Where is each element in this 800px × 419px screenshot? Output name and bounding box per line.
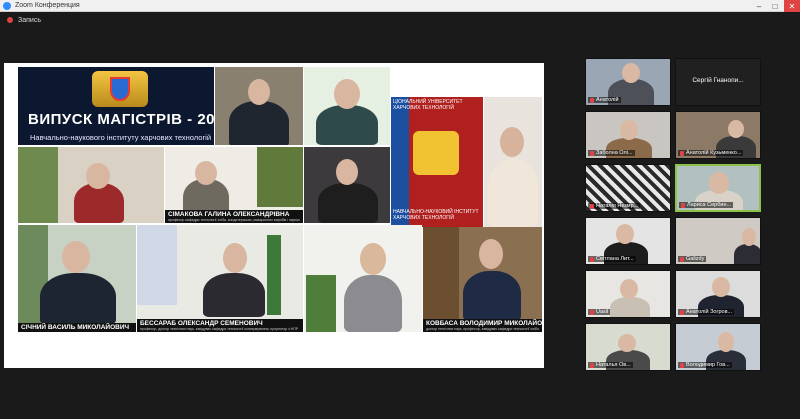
participant-label-3: Заболна Олі... xyxy=(588,150,635,156)
participant-tile-3[interactable]: Заболна Олі... xyxy=(585,111,671,159)
video-tile-4 xyxy=(18,147,164,223)
flag-text-bottom: НАВЧАЛЬНО-НАУКОВИЙ ІНСТИТУТ ХАРЧОВИХ ТЕХ… xyxy=(393,209,479,221)
name-bessarab: БЕССАРАБ ОЛЕКСАНДР СЕМЕНОВИЧ xyxy=(140,320,263,327)
university-flag: ЦІОНАЛЬНИЙ УНІВЕРСИТЕТ ХАРЧОВИХ ТЕХНОЛОГ… xyxy=(391,97,483,227)
muted-mic-icon xyxy=(590,150,594,156)
video-tile-6 xyxy=(304,225,422,332)
video-tile-3 xyxy=(484,97,542,227)
participant-label-8: Galizdy xyxy=(678,256,707,262)
participant-tile-1[interactable]: Анатолій xyxy=(585,58,671,106)
muted-mic-icon xyxy=(680,309,684,315)
participant-tile-4[interactable]: Анатолій Кузьменко... xyxy=(675,111,761,159)
window-title: Zoom Конференция xyxy=(15,2,80,9)
muted-mic-icon xyxy=(590,97,594,103)
participant-tile-2[interactable]: Сергій Гнанопи... xyxy=(675,58,761,106)
video-tile-kovbasa: КОВБАСА ВОЛОДИМИР МИКОЛАЙОВИЧ доктор тех… xyxy=(423,227,542,332)
desc-kovbasa: доктор технічних наук, професор, завідув… xyxy=(426,327,539,331)
muted-mic-icon xyxy=(590,362,594,368)
video-tile-simakova: СІМАКОВА ГАЛИНА ОЛЕКСАНДРІВНА професор к… xyxy=(165,147,303,223)
participant-label-10: Анатолій Зогров... xyxy=(678,309,735,315)
participant-label-6: Лариса Сербин... xyxy=(679,202,734,208)
participant-label-4: Анатолій Кузьменко... xyxy=(678,150,744,156)
nameplate-simakova: СІМАКОВА ГАЛИНА ОЛЕКСАНДРІВНА професор к… xyxy=(165,210,303,223)
video-tile-bessarab: БЕССАРАБ ОЛЕКСАНДР СЕМЕНОВИЧ професор, д… xyxy=(137,225,303,332)
participant-label-5: Наталія Незмр... xyxy=(588,203,641,209)
muted-mic-icon xyxy=(680,362,684,368)
muted-mic-icon xyxy=(680,256,684,262)
muted-mic-icon xyxy=(590,309,594,315)
banner-subtitle: Навчально-наукового інституту харчових т… xyxy=(30,133,212,142)
video-tile-5 xyxy=(304,147,390,223)
video-tile-2 xyxy=(304,67,390,145)
participant-label-1: Анатолій xyxy=(588,97,621,103)
flag-text: ЦІОНАЛЬНИЙ УНІВЕРСИТЕТ ХАРЧОВИХ ТЕХНОЛОГ… xyxy=(393,99,463,111)
video-tile-sichnyi: СІЧНИЙ ВАСИЛЬ МИКОЛАЙОВИЧ xyxy=(18,225,136,332)
minimize-button[interactable]: – xyxy=(752,0,766,12)
zoom-app-icon xyxy=(3,1,11,10)
nameplate-kovbasa: КОВБАСА ВОЛОДИМИР МИКОЛАЙОВИЧ доктор тех… xyxy=(423,319,542,332)
participant-label-12: Володимир Гов... xyxy=(678,362,732,368)
name-simakova: СІМАКОВА ГАЛИНА ОЛЕКСАНДРІВНА xyxy=(168,211,290,218)
close-button[interactable]: ✕ xyxy=(784,0,800,12)
name-kovbasa: КОВБАСА ВОЛОДИМИР МИКОЛАЙОВИЧ xyxy=(426,320,542,327)
muted-mic-icon xyxy=(681,202,685,208)
university-emblem-icon xyxy=(92,71,148,107)
participant-tile-6[interactable]: Лариса Сербин... xyxy=(675,164,761,212)
nameplate-sichnyi: СІЧНИЙ ВАСИЛЬ МИКОЛАЙОВИЧ xyxy=(18,323,136,332)
name-sichnyi: СІЧНИЙ ВАСИЛЬ МИКОЛАЙОВИЧ xyxy=(21,324,130,331)
participant-tile-10[interactable]: Анатолій Зогров... xyxy=(675,270,761,318)
participant-name-2: Сергій Гнанопи... xyxy=(692,77,744,84)
shared-screen: ВИПУСК МАГІСТРІВ - 2021 Навчально-науков… xyxy=(4,63,544,368)
participant-tile-11[interactable]: Наталья Ов... xyxy=(585,323,671,371)
recording-dot-icon xyxy=(7,17,13,23)
video-tile-1 xyxy=(215,67,303,145)
participant-tile-9[interactable]: Uasil xyxy=(585,270,671,318)
muted-mic-icon xyxy=(680,150,684,156)
participant-tile-12[interactable]: Володимир Гов... xyxy=(675,323,761,371)
desc-simakova: професор кафедри технології хліба, конди… xyxy=(168,218,300,222)
participant-label-7: Світлана Лит... xyxy=(588,256,636,262)
muted-mic-icon xyxy=(590,203,594,209)
window-titlebar: Zoom Конференция xyxy=(0,0,800,12)
banner-tile: ВИПУСК МАГІСТРІВ - 2021 Навчально-науков… xyxy=(18,67,214,145)
muted-mic-icon xyxy=(590,256,594,262)
participant-label-9: Uasil xyxy=(588,309,611,315)
collage-slide: ВИПУСК МАГІСТРІВ - 2021 Навчально-науков… xyxy=(18,67,542,332)
nameplate-bessarab: БЕССАРАБ ОЛЕКСАНДР СЕМЕНОВИЧ професор, д… xyxy=(137,319,303,332)
banner-title: ВИПУСК МАГІСТРІВ - 2021 xyxy=(28,111,214,128)
participant-tile-8[interactable]: Galizdy xyxy=(675,217,761,265)
desc-bessarab: професор, доктор технічних наук, завідув… xyxy=(140,327,299,331)
participant-tile-5[interactable]: Наталія Незмр... xyxy=(585,164,671,212)
participant-tile-7[interactable]: Світлана Лит... xyxy=(585,217,671,265)
meeting-topbar: Запись xyxy=(0,12,800,28)
maximize-button[interactable]: □ xyxy=(768,0,782,12)
recording-label[interactable]: Запись xyxy=(18,17,41,24)
participant-label-11: Наталья Ов... xyxy=(588,362,633,368)
